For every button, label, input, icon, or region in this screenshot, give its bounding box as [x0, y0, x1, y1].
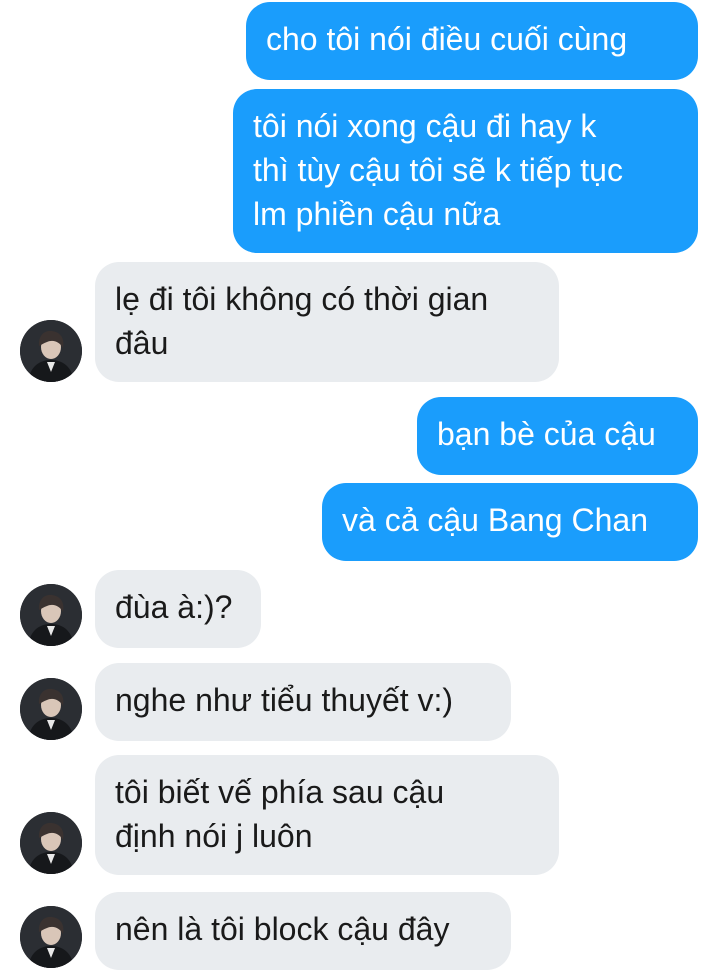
message-text: và cả cậu Bang Chan: [342, 502, 648, 538]
contact-avatar[interactable]: [20, 906, 82, 968]
message-text: lẹ đi tôi không có thời gian đâu: [115, 281, 489, 361]
sent-message[interactable]: cho tôi nói điều cuối cùng: [246, 2, 698, 80]
contact-avatar[interactable]: [20, 320, 82, 382]
contact-avatar[interactable]: [20, 678, 82, 740]
received-message[interactable]: lẹ đi tôi không có thời gian đâu: [95, 262, 559, 382]
message-text: đùa à:)?: [115, 589, 233, 625]
contact-avatar[interactable]: [20, 812, 82, 874]
avatar-photo-icon: [20, 812, 82, 874]
sent-message[interactable]: tôi nói xong cậu đi hay k thì tùy cậu tô…: [233, 89, 698, 253]
message-text: bạn bè của cậu: [437, 416, 656, 452]
received-message[interactable]: tôi biết vế phía sau cậu định nói j luôn: [95, 755, 559, 875]
message-text: nghe như tiểu thuyết v:): [115, 682, 454, 718]
message-text: nên là tôi block cậu đây: [115, 911, 450, 947]
avatar-photo-icon: [20, 678, 82, 740]
avatar-photo-icon: [20, 320, 82, 382]
received-message[interactable]: đùa à:)?: [95, 570, 261, 648]
message-text: tôi biết vế phía sau cậu định nói j luôn: [115, 774, 445, 854]
message-text: cho tôi nói điều cuối cùng: [266, 21, 628, 57]
sent-message[interactable]: và cả cậu Bang Chan: [322, 483, 698, 561]
received-message[interactable]: nên là tôi block cậu đây: [95, 892, 511, 970]
avatar-photo-icon: [20, 906, 82, 968]
message-text: tôi nói xong cậu đi hay k thì tùy cậu tô…: [253, 108, 623, 232]
avatar-photo-icon: [20, 584, 82, 646]
sent-message[interactable]: bạn bè của cậu: [417, 397, 698, 475]
contact-avatar[interactable]: [20, 584, 82, 646]
received-message[interactable]: nghe như tiểu thuyết v:): [95, 663, 511, 741]
